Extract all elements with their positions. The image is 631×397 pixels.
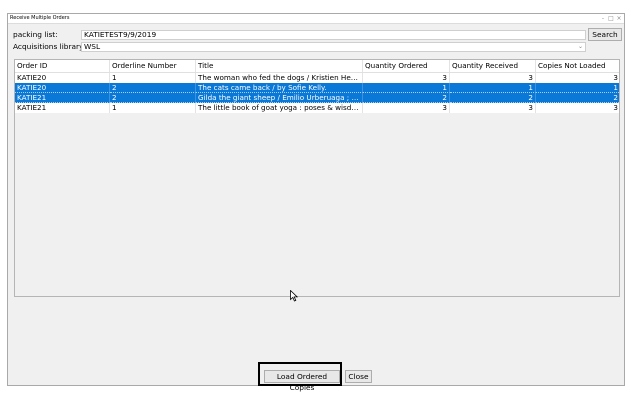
column-header-quantity-ordered[interactable]: Quantity Ordered <box>363 60 450 72</box>
cell-title: The cats came back / by Sofie Kelly. <box>196 83 363 93</box>
column-header-order-id[interactable]: Order ID <box>15 60 110 72</box>
cell-quantity-ordered: 3 <box>363 73 450 83</box>
grid-header: Order ID Orderline Number Title Quantity… <box>15 60 619 73</box>
chevron-down-icon[interactable]: ⌄ <box>578 43 583 51</box>
cell-order-id: KATIE20 <box>15 83 110 93</box>
close-icon[interactable]: × <box>616 14 622 23</box>
highlight-box <box>258 362 342 386</box>
column-header-title[interactable]: Title <box>196 60 363 72</box>
table-row[interactable]: KATIE20 1 The woman who fed the dogs / K… <box>15 73 619 83</box>
acquisitions-library-label: Acquisitions library: <box>13 42 86 51</box>
cell-order-id: KATIE21 <box>15 93 110 103</box>
cell-orderline-number: 1 <box>110 73 196 83</box>
title-bar: Receive Multiple Orders - □ × <box>8 14 624 24</box>
maximize-icon[interactable]: □ <box>608 14 614 23</box>
acquisitions-library-select[interactable]: WSL ⌄ <box>81 42 586 52</box>
cell-title: Gilda the giant sheep / Emilio Urberuaga… <box>196 93 363 103</box>
table-row-selected[interactable]: KATIE20 2 The cats came back / by Sofie … <box>15 83 619 93</box>
cell-copies-not-loaded: 2 <box>536 93 619 103</box>
cell-quantity-received: 3 <box>450 73 536 83</box>
cell-quantity-ordered: 2 <box>363 93 450 103</box>
cell-order-id: KATIE20 <box>15 73 110 83</box>
close-button[interactable]: Close <box>345 370 372 383</box>
cell-quantity-received: 3 <box>450 103 536 113</box>
window-controls: - □ × <box>600 14 622 23</box>
packing-list-input[interactable]: KATIETEST9/9/2019 <box>81 30 586 40</box>
acquisitions-library-value: WSL <box>84 42 101 51</box>
cell-orderline-number: 1 <box>110 103 196 113</box>
receive-multiple-orders-dialog: Receive Multiple Orders - □ × packing li… <box>7 13 625 392</box>
column-header-quantity-received[interactable]: Quantity Received <box>450 60 536 72</box>
cell-orderline-number: 2 <box>110 83 196 93</box>
search-button[interactable]: Search <box>588 28 622 41</box>
orders-grid[interactable]: Order ID Orderline Number Title Quantity… <box>14 59 620 297</box>
cell-title: The woman who fed the dogs / Kristien He… <box>198 73 363 83</box>
cell-copies-not-loaded: 3 <box>536 103 619 113</box>
cell-quantity-received: 1 <box>450 83 536 93</box>
cell-quantity-received: 2 <box>450 93 536 103</box>
cell-copies-not-loaded: 1 <box>536 83 619 93</box>
table-row-selected[interactable]: KATIE21 2 Gilda the giant sheep / Emilio… <box>15 93 619 103</box>
cell-quantity-ordered: 1 <box>363 83 450 93</box>
column-header-orderline-number[interactable]: Orderline Number <box>110 60 196 72</box>
cell-order-id: KATIE21 <box>15 103 110 113</box>
cell-quantity-ordered: 3 <box>363 103 450 113</box>
table-row[interactable]: KATIE21 1 The little book of goat yoga :… <box>15 103 619 113</box>
cell-orderline-number: 2 <box>110 93 196 103</box>
cell-title: The little book of goat yoga : poses & w… <box>198 103 363 113</box>
cell-copies-not-loaded: 3 <box>536 73 619 83</box>
mouse-cursor-icon <box>290 290 298 302</box>
column-header-copies-not-loaded[interactable]: Copies Not Loaded <box>536 60 619 72</box>
minimize-icon[interactable]: - <box>600 14 606 23</box>
window-title: Receive Multiple Orders <box>10 15 70 21</box>
packing-list-label: packing list: <box>13 30 58 39</box>
